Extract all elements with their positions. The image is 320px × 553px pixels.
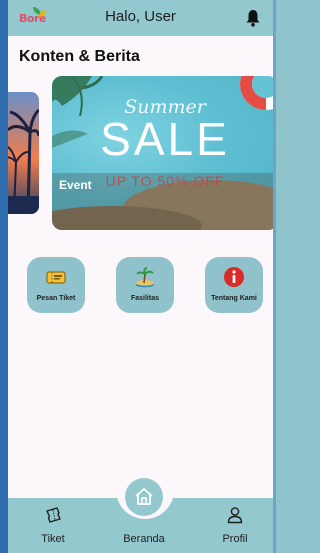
nav-label: Beranda [123, 533, 165, 545]
nav-item-beranda[interactable]: Beranda [114, 503, 174, 548]
menu-tile-label: Fasilitas [130, 295, 159, 302]
bell-icon[interactable] [245, 9, 261, 27]
menu-tile-label: Tentang Kami [211, 295, 257, 302]
menu-tile-fasilitas[interactable]: Fasilitas [116, 257, 174, 313]
nav-label: Profil [222, 533, 248, 545]
nav-label: Tiket [41, 533, 65, 545]
island-icon [135, 267, 155, 288]
app-screen: Bore Halo, User Konten & Berita Summer S… [8, 0, 273, 553]
window-edge-left [0, 0, 8, 553]
ticket-icon [46, 507, 61, 523]
nav-item-profil[interactable]: Profil [205, 503, 265, 548]
user-icon [227, 507, 243, 524]
nav-item-tiket[interactable]: Tiket [23, 503, 83, 548]
menu-tile-tentang-kami[interactable]: Tentang Kami [205, 257, 263, 313]
menu-tile-label: Pesan Tiket [36, 295, 76, 302]
window-edge-right [273, 0, 276, 553]
carousel-slide-previous[interactable] [8, 92, 39, 214]
ticket-icon [46, 271, 66, 284]
menu-tile-pesan-tiket[interactable]: Pesan Tiket [27, 257, 85, 313]
section-title: Konten & Berita [19, 48, 140, 65]
palm-silhouette-image [8, 108, 39, 214]
info-icon [224, 267, 244, 287]
slide-caption: Event [59, 178, 92, 192]
slide-headline: SALE [100, 113, 230, 165]
greeting-title: Halo, User [105, 8, 176, 25]
carousel-slide-active[interactable]: Summer SALE UP TO 50% OFF Event [52, 76, 273, 230]
top-app-bar: Bore Halo, User [8, 0, 273, 36]
